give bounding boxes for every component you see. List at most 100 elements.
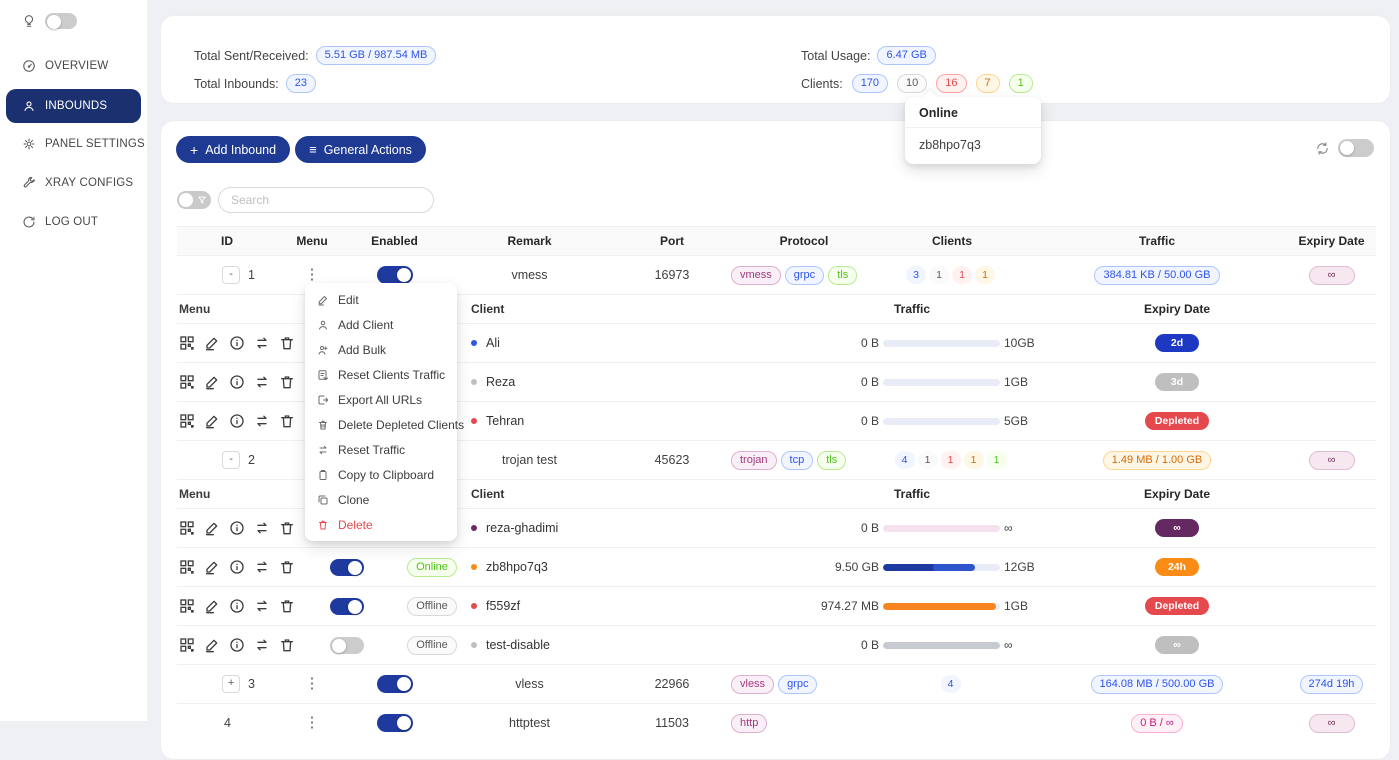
auto-refresh-toggle[interactable] <box>1338 139 1374 157</box>
add-inbound-button[interactable]: + Add Inbound <box>176 136 290 163</box>
trash-icon[interactable] <box>279 559 295 575</box>
client-enabled-toggle[interactable] <box>330 598 364 615</box>
client-count-badge[interactable]: 1 <box>941 451 961 469</box>
client-traffic-cell: 0 B ∞ <box>737 638 1087 652</box>
enabled-toggle[interactable] <box>377 266 413 284</box>
trash-icon[interactable] <box>279 413 295 429</box>
export-icon <box>317 394 329 406</box>
client-count-badge[interactable]: 3 <box>906 266 926 284</box>
reset-traffic-icon[interactable] <box>254 559 270 575</box>
edit-icon[interactable] <box>204 559 220 575</box>
enabled-toggle[interactable] <box>377 714 413 732</box>
trash-icon[interactable] <box>279 335 295 351</box>
protocol-tag: tcp <box>781 451 814 470</box>
reset-traffic-icon[interactable] <box>254 413 270 429</box>
menu-item-reset-clients-traffic[interactable]: Reset Clients Traffic <box>305 362 457 387</box>
general-actions-button[interactable]: ≡ General Actions <box>295 136 426 163</box>
client-count-badge[interactable]: 1 <box>952 266 972 284</box>
client-count-badge[interactable]: 1 <box>918 451 938 469</box>
menu-item-edit[interactable]: Edit <box>305 287 457 312</box>
expand-button[interactable]: + <box>222 675 240 693</box>
client-menu-cell <box>177 559 297 575</box>
subheader-traffic: Traffic <box>737 487 1087 501</box>
collapse-button[interactable]: - <box>222 451 240 469</box>
traffic-limit: 1GB <box>1000 599 1028 613</box>
client-count-badge[interactable]: 1 <box>975 266 995 284</box>
client-count-badge[interactable]: 1 <box>987 451 1007 469</box>
menu-item-clone[interactable]: Clone <box>305 487 457 512</box>
client-count-badge[interactable]: 1 <box>964 451 984 469</box>
enabled-toggle[interactable] <box>377 675 413 693</box>
reset-traffic-icon[interactable] <box>254 598 270 614</box>
clients-count-expiring[interactable]: 7 <box>976 74 1000 93</box>
protocol-tag: tls <box>817 451 846 470</box>
qr-code-icon[interactable] <box>179 598 195 614</box>
client-count-badge[interactable]: 4 <box>941 675 961 693</box>
trash-icon[interactable] <box>279 520 295 536</box>
client-name-cell: reza-ghadimi <box>467 521 737 535</box>
edit-icon[interactable] <box>204 374 220 390</box>
trash-icon[interactable] <box>279 598 295 614</box>
trash-icon <box>317 519 329 531</box>
refresh-icon[interactable] <box>1315 141 1330 156</box>
qr-code-icon[interactable] <box>179 637 195 653</box>
edit-icon[interactable] <box>204 335 220 351</box>
reset-traffic-icon[interactable] <box>254 335 270 351</box>
clients-count-deactive[interactable]: 10 <box>897 74 927 93</box>
info-icon[interactable] <box>229 520 245 536</box>
client-count-badge[interactable]: 4 <box>895 451 915 469</box>
client-enabled-toggle[interactable] <box>330 559 364 576</box>
menu-item-copy-to-clipboard[interactable]: Copy to Clipboard <box>305 462 457 487</box>
info-icon[interactable] <box>229 374 245 390</box>
sidebar-item-overview[interactable]: OVERVIEW <box>0 51 147 81</box>
info-icon[interactable] <box>229 413 245 429</box>
row-menu-button[interactable]: ⋮ <box>305 716 320 730</box>
sidebar: OVERVIEW INBOUNDS PANEL SETTINGS XRAY CO… <box>0 0 147 721</box>
trash-icon[interactable] <box>279 374 295 390</box>
info-icon[interactable] <box>229 559 245 575</box>
menu-item-add-client[interactable]: Add Client <box>305 312 457 337</box>
menu-item-delete-depleted-clients[interactable]: Delete Depleted Clients <box>305 412 457 437</box>
sidebar-item-panel-settings[interactable]: PANEL SETTINGS <box>0 129 147 159</box>
menu-item-export-all-urls[interactable]: Export All URLs <box>305 387 457 412</box>
edit-icon[interactable] <box>204 520 220 536</box>
info-icon[interactable] <box>229 335 245 351</box>
reset-traffic-icon[interactable] <box>254 374 270 390</box>
qr-code-icon[interactable] <box>179 520 195 536</box>
theme-toggle[interactable] <box>45 13 77 29</box>
edit-icon[interactable] <box>204 413 220 429</box>
collapse-button[interactable]: - <box>222 266 240 284</box>
edit-icon[interactable] <box>204 598 220 614</box>
qr-code-icon[interactable] <box>179 559 195 575</box>
toolbar: + Add Inbound ≡ General Actions <box>176 136 426 163</box>
sidebar-item-xray-configs[interactable]: XRAY CONFIGS <box>0 168 147 198</box>
menu-item-add-bulk[interactable]: Add Bulk <box>305 337 457 362</box>
clients-count-depleted[interactable]: 16 <box>936 74 966 93</box>
edit-icon[interactable] <box>204 637 220 653</box>
sidebar-item-inbounds[interactable]: INBOUNDS <box>6 89 141 123</box>
info-icon[interactable] <box>229 598 245 614</box>
client-count-badge[interactable]: 1 <box>929 266 949 284</box>
clients-count-online[interactable]: 1 <box>1009 74 1033 93</box>
menu-item-reset-traffic[interactable]: Reset Traffic <box>305 437 457 462</box>
search-input[interactable] <box>218 187 434 213</box>
row-menu-button[interactable]: ⋮ <box>305 677 320 691</box>
sidebar-item-label: XRAY CONFIGS <box>45 177 133 189</box>
qr-code-icon[interactable] <box>179 374 195 390</box>
client-name: Ali <box>486 336 500 350</box>
traffic-limit: 5GB <box>1000 414 1028 428</box>
traffic-used: 0 B <box>737 375 883 389</box>
sidebar-item-logout[interactable]: LOG OUT <box>0 207 147 237</box>
sidebar-item-label: LOG OUT <box>45 216 98 228</box>
reset-traffic-icon[interactable] <box>254 637 270 653</box>
menu-item-delete[interactable]: Delete <box>305 512 457 537</box>
row-menu-button[interactable]: ⋮ <box>305 268 320 282</box>
trash-icon[interactable] <box>279 637 295 653</box>
reset-traffic-icon[interactable] <box>254 520 270 536</box>
qr-code-icon[interactable] <box>179 335 195 351</box>
client-enabled-toggle[interactable] <box>330 637 364 654</box>
qr-code-icon[interactable] <box>179 413 195 429</box>
filter-toggle[interactable] <box>177 191 211 209</box>
info-icon[interactable] <box>229 637 245 653</box>
clients-count-total[interactable]: 170 <box>852 74 888 93</box>
